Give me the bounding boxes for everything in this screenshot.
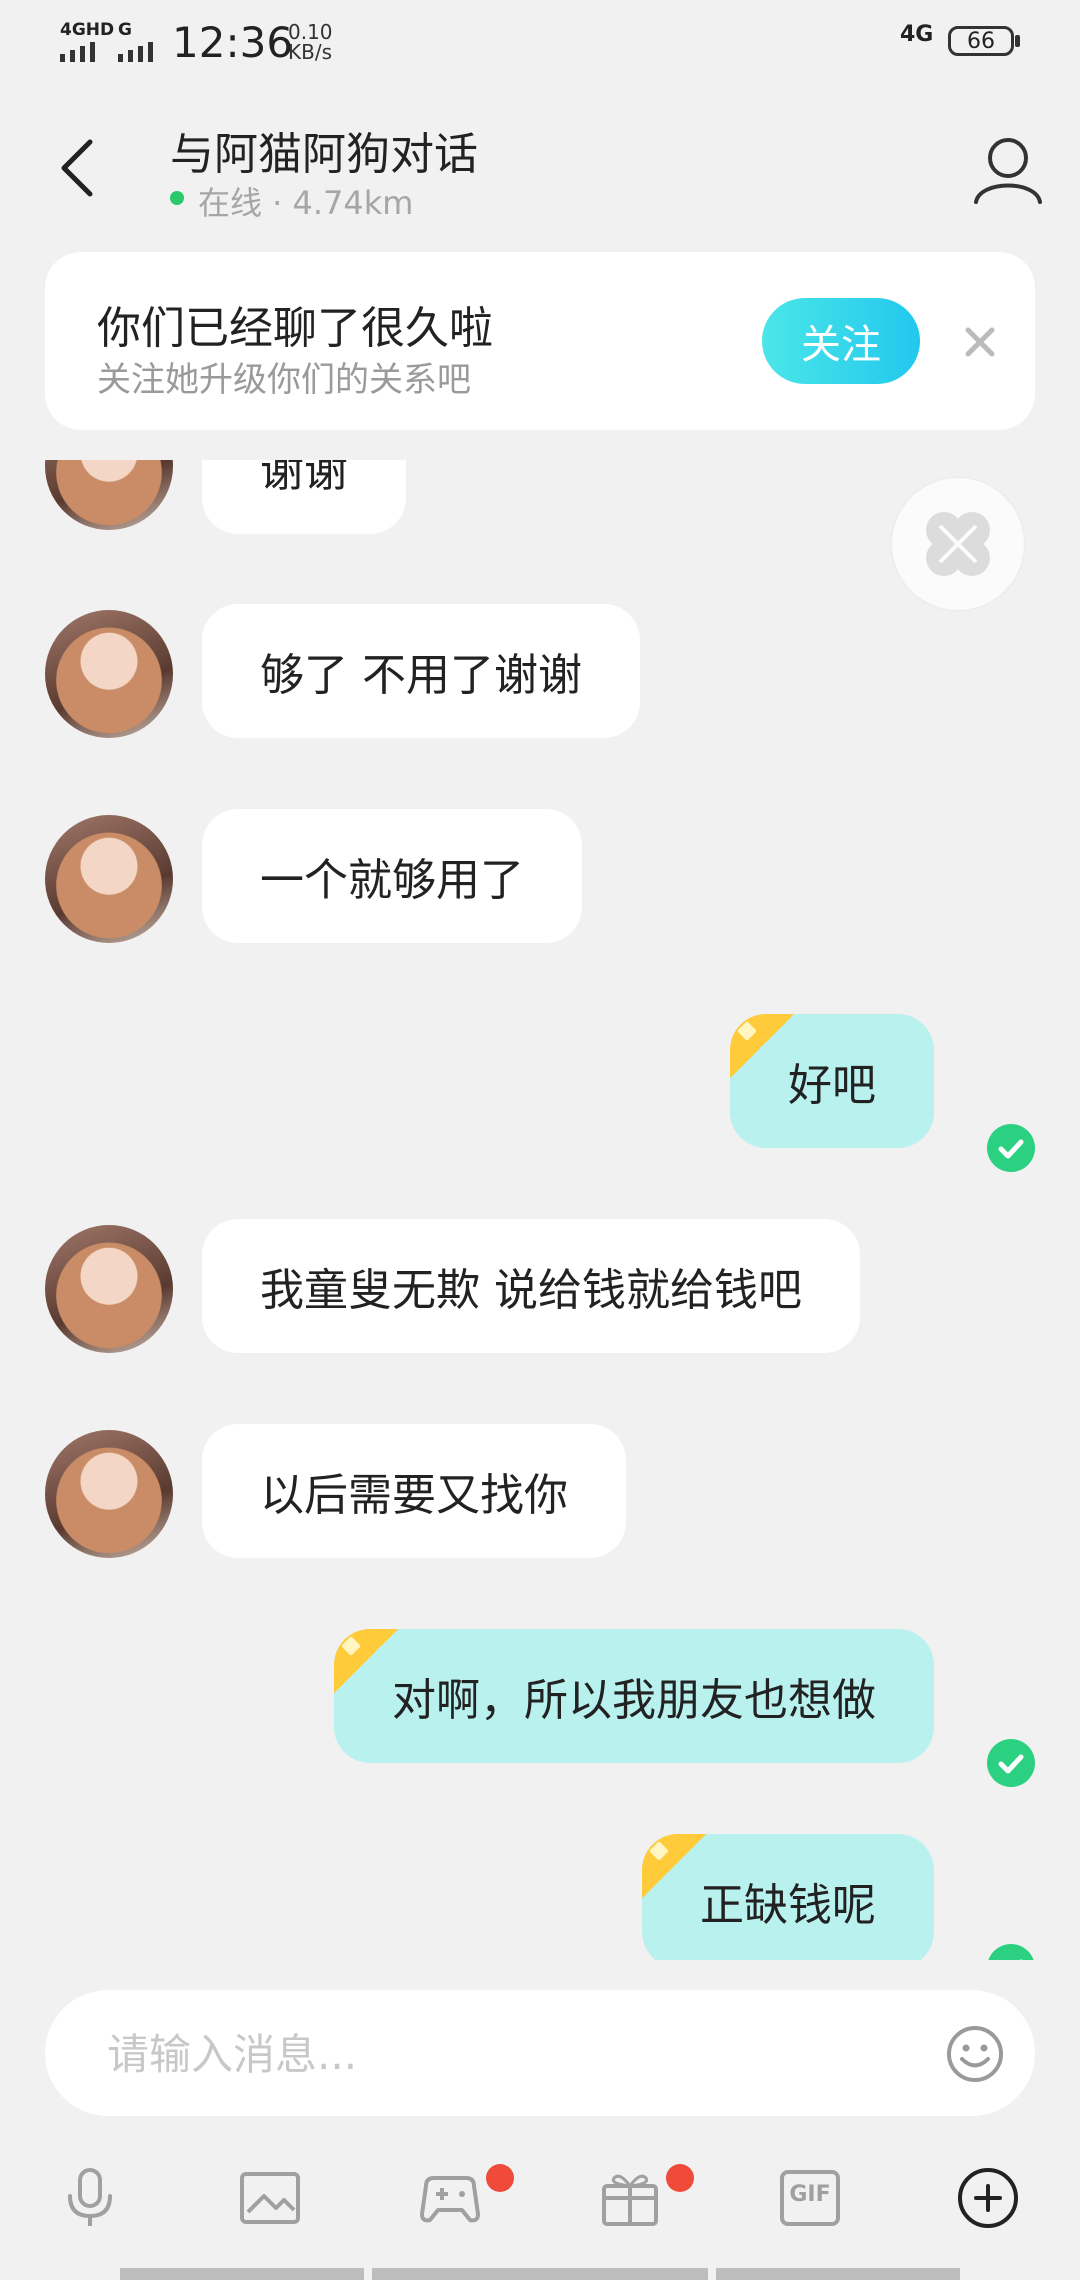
follow-card-subtitle: 关注她升级你们的关系吧 — [97, 360, 471, 400]
battery-level: 66 — [967, 28, 995, 54]
game-icon[interactable] — [418, 2166, 482, 2230]
vip-corner-badge — [730, 1014, 794, 1078]
clover-icon — [926, 512, 990, 576]
message-bubble[interactable]: 我童叟无欺 说给钱就给钱吧 — [202, 1219, 860, 1353]
message-composer — [45, 1990, 1035, 2116]
gif-icon[interactable]: GIF — [778, 2166, 842, 2230]
avatar[interactable] — [45, 815, 173, 943]
clock: 12:36 — [172, 18, 294, 67]
vip-corner-badge — [642, 1834, 706, 1898]
clover-button[interactable] — [892, 478, 1024, 610]
battery-icon: 66 — [948, 26, 1014, 56]
network-type-right: 4G — [900, 22, 934, 47]
gift-icon[interactable] — [598, 2166, 662, 2230]
nav-gesture-bar[interactable] — [372, 2268, 708, 2280]
gift-badge — [666, 2164, 694, 2192]
chat-title: 与阿猫阿狗对话 — [170, 129, 478, 180]
status-bar: 4GHD G 12:36 0.10 KB/s 4G 66 — [0, 0, 1080, 80]
chevron-left-icon — [61, 139, 93, 197]
back-button[interactable] — [58, 138, 98, 198]
message-bubble[interactable]: 以后需要又找你 — [202, 1424, 626, 1558]
my-message-bubble[interactable]: 正缺钱呢 — [642, 1834, 934, 1960]
follow-card: 你们已经聊了很久啦 关注她升级你们的关系吧 关注 — [45, 252, 1035, 430]
gif-label: GIF — [789, 2182, 831, 2207]
nav-gesture-bar[interactable] — [716, 2268, 960, 2280]
follow-button[interactable]: 关注 — [762, 298, 920, 384]
signal-1: 4GHD — [60, 20, 114, 62]
read-check-icon — [987, 1124, 1035, 1172]
message-list[interactable]: 谢谢 够了 不用了谢谢 一个就够用了 好吧 我童叟无欺 说给钱就给钱吧 以后需要… — [0, 460, 1080, 1960]
battery-tip — [1015, 35, 1020, 47]
follow-card-title: 你们已经聊了很久啦 — [97, 303, 493, 354]
message-bubble[interactable]: 够了 不用了谢谢 — [202, 604, 640, 738]
network-type-1: 4GHD — [60, 20, 115, 40]
online-indicator — [170, 191, 184, 205]
close-card-button[interactable] — [960, 322, 1000, 362]
my-message-bubble[interactable]: 好吧 — [730, 1014, 934, 1148]
avatar[interactable] — [45, 610, 173, 738]
read-check-icon — [987, 1944, 1035, 1960]
smiley-icon — [947, 2026, 1003, 2082]
profile-button[interactable] — [972, 134, 1044, 206]
network-speed: 0.10 KB/s — [288, 20, 333, 64]
signal-2: G — [118, 20, 162, 62]
read-check-icon — [987, 1739, 1035, 1787]
message-bubble[interactable]: 谢谢 — [202, 460, 406, 534]
message-bubble[interactable]: 一个就够用了 — [202, 809, 582, 943]
emoji-button[interactable] — [945, 2024, 1005, 2084]
message-input[interactable] — [105, 2014, 909, 2094]
image-icon[interactable] — [238, 2166, 302, 2230]
network-type-2: G — [118, 20, 132, 40]
user-icon — [974, 138, 1042, 204]
close-icon — [965, 327, 995, 357]
my-message-bubble[interactable]: 对啊，所以我朋友也想做 — [334, 1629, 934, 1763]
plus-circle-icon[interactable] — [956, 2166, 1020, 2230]
game-badge — [486, 2164, 514, 2192]
online-status: 在线 · 4.74km — [198, 184, 414, 222]
microphone-icon[interactable] — [58, 2166, 122, 2230]
avatar[interactable] — [45, 460, 173, 530]
avatar[interactable] — [45, 1430, 173, 1558]
nav-gesture-bar[interactable] — [120, 2268, 364, 2280]
vip-corner-badge — [334, 1629, 398, 1693]
avatar[interactable] — [45, 1225, 173, 1353]
